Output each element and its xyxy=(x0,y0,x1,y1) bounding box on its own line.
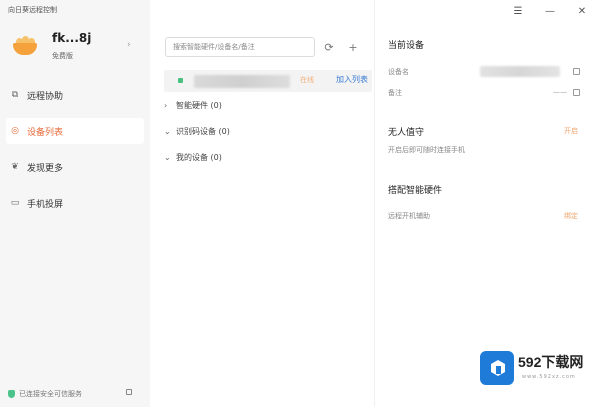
group-label: 识别码设备 (0) xyxy=(176,127,230,136)
search-box[interactable] xyxy=(165,37,315,57)
edit-icon[interactable] xyxy=(573,68,580,75)
current-device-title: 当前设备 xyxy=(388,41,425,51)
current-device-row[interactable]: 在线 加入列表 xyxy=(164,70,372,92)
device-name-blurred xyxy=(194,75,290,88)
security-status-text: 已连接安全可信服务 xyxy=(19,390,82,398)
watermark-url: www.592xz.com xyxy=(522,374,576,380)
device-name-value-blurred xyxy=(480,66,560,77)
watermark-logo-icon xyxy=(480,351,514,385)
add-to-list-link[interactable]: 加入列表 xyxy=(336,74,368,85)
membership-badge: 免费版 xyxy=(52,52,73,60)
lock-icon[interactable] xyxy=(126,389,132,395)
screen-cast-icon: ▭ xyxy=(10,198,20,208)
profile-card[interactable]: fk...8j 免费版 › xyxy=(0,22,150,72)
sidebar-nav: ⧉ 远程协助 ◎ 设备列表 ❦ 发现更多 ▭ 手机投屏 xyxy=(0,82,150,226)
remote-boot-label: 远程开机辅助 xyxy=(388,212,430,220)
device-name-label: 设备名 xyxy=(388,68,409,76)
refresh-icon[interactable]: ⟳ xyxy=(321,39,337,55)
detail-panel: ☰ — ✕ 当前设备 设备名 备注 —— 无人值守 开启 开启后即可随时连接手机… xyxy=(375,0,596,407)
group-label: 我的设备 (0) xyxy=(176,153,222,162)
security-status: 已连接安全可信服务 xyxy=(8,389,136,399)
device-list-icon: ◎ xyxy=(11,126,19,136)
close-icon[interactable]: ✕ xyxy=(566,4,596,18)
group-code-devices[interactable]: ⌄ 识别码设备 (0) xyxy=(164,126,230,137)
window-controls: ☰ — ✕ xyxy=(502,4,596,18)
device-panel: ⟳ + 在线 加入列表 › 智能硬件 (0) ⌄ 识别码设备 (0) ⌄ 我的设… xyxy=(150,0,374,407)
remote-assist-icon: ⧉ xyxy=(11,90,19,100)
plus-icon[interactable]: + xyxy=(345,39,361,55)
sidebar-item-screen-cast[interactable]: ▭ 手机投屏 xyxy=(6,190,144,216)
chevron-down-icon: ⌄ xyxy=(164,153,171,162)
menu-icon[interactable]: ☰ xyxy=(502,4,534,18)
shield-icon xyxy=(8,390,15,398)
app-title: 向日葵远程控制 xyxy=(8,6,57,14)
avatar xyxy=(13,36,37,55)
watermark-text: 592下载网 xyxy=(518,354,584,370)
sidebar-item-remote-assist[interactable]: ⧉ 远程协助 xyxy=(6,82,144,108)
sidebar-item-label: 发现更多 xyxy=(27,163,64,174)
sidebar-item-label: 远程协助 xyxy=(27,91,64,102)
username: fk...8j xyxy=(52,31,92,45)
app-window: 向日葵远程控制 fk...8j 免费版 › ⧉ 远程协助 ◎ 设备列表 ❦ 发现… xyxy=(0,0,596,407)
group-my-devices[interactable]: ⌄ 我的设备 (0) xyxy=(164,152,222,163)
bind-link[interactable]: 绑定 xyxy=(564,211,578,221)
device-note-label: 备注 xyxy=(388,89,402,97)
edit-icon[interactable] xyxy=(573,89,580,96)
sidebar-item-label: 手机投屏 xyxy=(27,199,64,210)
unattended-description: 开启后即可随时连接手机 xyxy=(388,146,465,154)
sidebar-item-device-list[interactable]: ◎ 设备列表 xyxy=(6,118,144,144)
unattended-enable-link[interactable]: 开启 xyxy=(564,126,578,136)
unattended-title: 无人值守 xyxy=(388,128,425,138)
sidebar-item-discover[interactable]: ❦ 发现更多 xyxy=(6,154,144,180)
site-watermark: 592下载网 www.592xz.com xyxy=(478,348,596,388)
chevron-down-icon: ⌄ xyxy=(164,127,171,136)
search-input[interactable] xyxy=(173,43,311,51)
device-note-value: —— xyxy=(553,88,567,96)
group-label: 智能硬件 (0) xyxy=(176,101,222,110)
chevron-right-icon: › xyxy=(164,101,168,110)
discover-icon: ❦ xyxy=(11,162,19,172)
group-smart-hardware[interactable]: › 智能硬件 (0) xyxy=(164,100,222,111)
online-status-icon xyxy=(178,78,183,83)
chevron-right-icon: › xyxy=(127,40,131,50)
minimize-icon[interactable]: — xyxy=(534,4,566,18)
device-status: 在线 xyxy=(300,76,314,84)
sidebar-item-label: 设备列表 xyxy=(27,127,64,138)
sidebar: 向日葵远程控制 fk...8j 免费版 › ⧉ 远程协助 ◎ 设备列表 ❦ 发现… xyxy=(0,0,150,407)
smart-hardware-title: 搭配智能硬件 xyxy=(388,186,443,196)
